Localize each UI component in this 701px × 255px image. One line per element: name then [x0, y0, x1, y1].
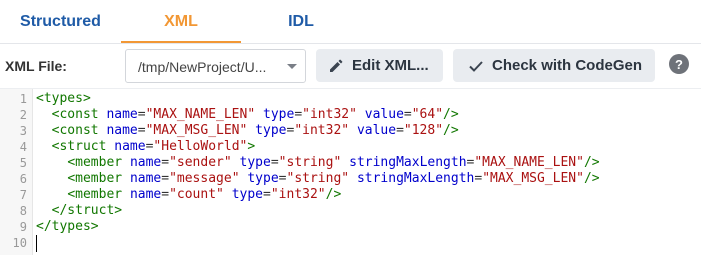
- code-line: <member name="sender" type="string" stri…: [67, 155, 600, 170]
- code-line: <member name="count" type="int32"/>: [67, 187, 342, 202]
- line-number: 8: [19, 204, 27, 218]
- xml-file-value: /tmp/NewProject/U...: [138, 59, 267, 75]
- help-icon[interactable]: ?: [669, 54, 689, 74]
- xml-file-select[interactable]: /tmp/NewProject/U...: [125, 49, 306, 83]
- tab-structured[interactable]: Structured: [0, 0, 121, 44]
- text-cursor: [36, 235, 37, 252]
- check-with-codegen-label: Check with CodeGen: [492, 57, 643, 74]
- code-line: <member name="message" type="string" str…: [67, 171, 600, 186]
- line-number: 6: [19, 172, 27, 186]
- code-line: </types>: [36, 219, 99, 234]
- xml-code-editor[interactable]: 1 2 3 4 5 6 7 8 9 10 <types> <const name…: [0, 89, 701, 255]
- pencil-icon: [328, 58, 344, 74]
- tab-bar: Structured XML IDL: [0, 0, 701, 44]
- chevron-down-icon: [287, 64, 297, 69]
- toolbar: XML File: /tmp/NewProject/U... Edit XML.…: [0, 44, 701, 88]
- code-line: <types>: [36, 91, 91, 106]
- line-number: 4: [19, 140, 27, 154]
- checkmark-icon: [468, 59, 484, 73]
- line-number-gutter: 1 2 3 4 5 6 7 8 9 10: [0, 89, 33, 255]
- line-number: 5: [19, 156, 27, 170]
- check-with-codegen-button[interactable]: Check with CodeGen: [453, 49, 655, 82]
- edit-xml-label: Edit XML...: [352, 57, 429, 74]
- code-line: <const name="MAX_MSG_LEN" type="int32" v…: [51, 123, 459, 138]
- line-number: 1: [19, 92, 27, 106]
- code-line: <struct name="HelloWorld">: [51, 139, 256, 154]
- xml-file-label: XML File:: [5, 58, 67, 74]
- tab-xml[interactable]: XML: [121, 0, 241, 44]
- line-number: 10: [12, 236, 27, 250]
- line-number: 7: [19, 188, 27, 202]
- line-number: 2: [19, 108, 27, 122]
- edit-xml-button[interactable]: Edit XML...: [316, 49, 443, 82]
- line-number: 3: [19, 124, 27, 138]
- code-line: </struct>: [51, 203, 123, 218]
- tab-idl[interactable]: IDL: [241, 0, 361, 44]
- line-number: 9: [19, 220, 27, 234]
- code-line: <const name="MAX_NAME_LEN" type="int32" …: [51, 107, 459, 122]
